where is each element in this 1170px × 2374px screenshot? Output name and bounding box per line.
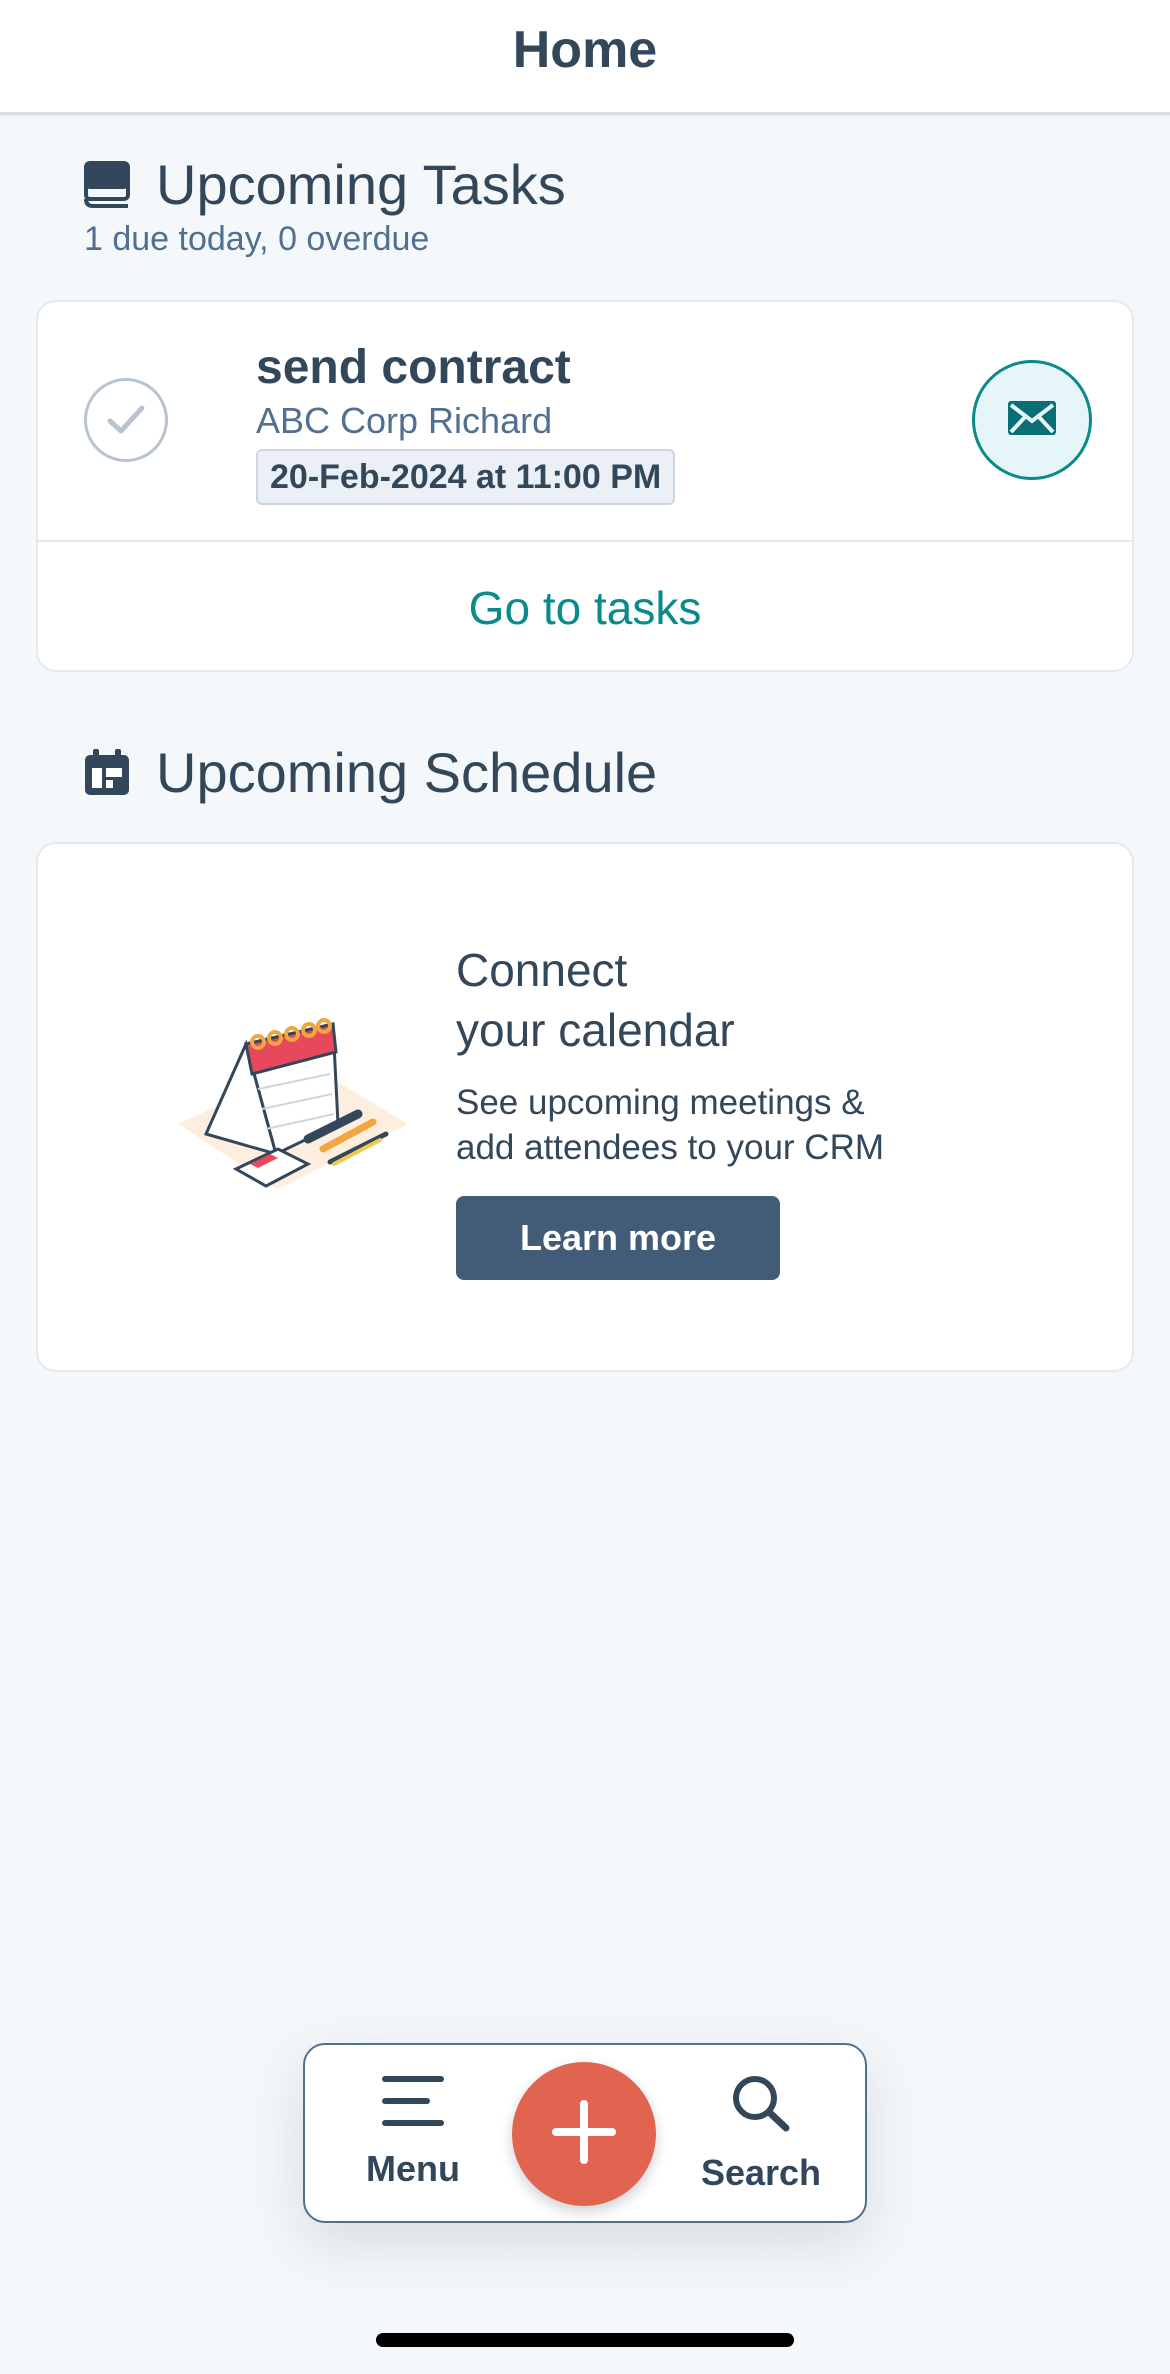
plus-icon xyxy=(552,2099,616,2169)
connect-calendar-title: Connect your calendar xyxy=(456,944,735,1056)
nav-search-label: Search xyxy=(700,2152,822,2193)
home-indicator[interactable] xyxy=(376,2333,794,2347)
page-title: Home xyxy=(512,21,658,79)
home-screen: Home Upcoming Tasks 1 due today, 0 overd… xyxy=(0,0,1170,2374)
task-name: send contract xyxy=(256,341,571,394)
search-icon xyxy=(730,2073,792,2138)
email-button[interactable] xyxy=(972,360,1092,480)
hamburger-icon xyxy=(381,2073,445,2134)
task-company: ABC Corp Richard xyxy=(256,400,553,441)
nav-menu-button[interactable]: Menu xyxy=(333,2073,493,2203)
task-due-badge: 20-Feb-2024 at 11:00 PM xyxy=(256,449,676,505)
go-to-tasks-link[interactable]: Go to tasks xyxy=(38,542,1132,674)
connect-calendar-card: Connect your calendar See upcoming meeti… xyxy=(36,842,1134,1372)
task-book-icon xyxy=(82,160,132,210)
add-button[interactable] xyxy=(512,2062,656,2206)
calendar-icon xyxy=(82,748,132,798)
check-circle-icon[interactable] xyxy=(84,378,168,462)
tasks-section-header: Upcoming Tasks xyxy=(82,152,566,217)
email-icon xyxy=(1006,399,1058,442)
schedule-section-title: Upcoming Schedule xyxy=(156,741,658,804)
tasks-section-title: Upcoming Tasks xyxy=(156,153,566,216)
schedule-section-header: Upcoming Schedule xyxy=(82,740,657,805)
nav-menu-label: Menu xyxy=(366,2148,460,2189)
connect-calendar-description: See upcoming meetings & add attendees to… xyxy=(456,1083,885,1167)
tasks-card: send contract ABC Corp Richard 20-Feb-20… xyxy=(36,300,1134,672)
calendar-illustration xyxy=(158,1004,418,1204)
task-row[interactable]: send contract ABC Corp Richard 20-Feb-20… xyxy=(38,302,1132,542)
nav-search-button[interactable]: Search xyxy=(681,2073,841,2203)
app-header: Home xyxy=(0,0,1170,115)
learn-more-button[interactable]: Learn more xyxy=(456,1196,780,1280)
tasks-summary: 1 due today, 0 overdue xyxy=(84,220,430,258)
